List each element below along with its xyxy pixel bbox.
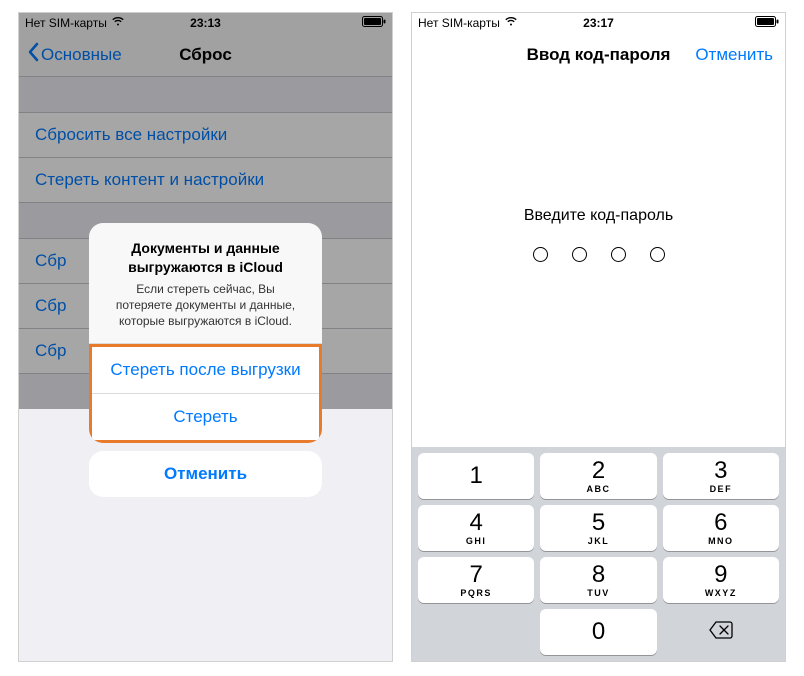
cancel-button[interactable]: Отменить (89, 451, 322, 497)
alert-title: Документы и данные выгружаются в iCloud (109, 239, 302, 277)
reset-all-settings-item[interactable]: Сбросить все настройки (19, 113, 392, 158)
alert-message: Если стереть сейчас, Вы потеряете докуме… (109, 281, 302, 330)
carrier-label: Нет SIM-карты (418, 16, 500, 30)
alert-sheet: Документы и данные выгружаются в iCloud … (89, 223, 322, 497)
key-3[interactable]: 3DEF (663, 453, 779, 499)
battery-icon (755, 16, 779, 30)
key-9[interactable]: 9WXYZ (663, 557, 779, 603)
chevron-left-icon (27, 42, 39, 67)
carrier-label: Нет SIM-карты (25, 16, 107, 30)
phone-screen-reset: Нет SIM-карты 23:13 Основные Сброс Сброс… (18, 12, 393, 662)
wifi-icon (504, 16, 518, 30)
key-0[interactable]: 0 (540, 609, 656, 655)
cancel-button[interactable]: Отменить (695, 45, 773, 65)
status-time: 23:13 (190, 16, 221, 30)
key-7[interactable]: 7PQRS (418, 557, 534, 603)
key-8[interactable]: 8TUV (540, 557, 656, 603)
key-2[interactable]: 2ABC (540, 453, 656, 499)
numeric-keypad: 1 2ABC 3DEF 4GHI 5JKL 6MNO 7PQRS 8TUV 9W… (412, 447, 785, 661)
pin-dot (533, 247, 548, 262)
pin-dot (611, 247, 626, 262)
key-blank (418, 609, 534, 655)
key-4[interactable]: 4GHI (418, 505, 534, 551)
nav-title: Ввод код-пароля (527, 45, 671, 65)
backspace-icon (709, 621, 733, 644)
battery-icon (362, 16, 386, 30)
nav-title: Сброс (179, 45, 232, 65)
status-bar: Нет SIM-карты 23:13 (19, 13, 392, 33)
phone-screen-passcode: Нет SIM-карты 23:17 Ввод код-пароля Отме… (411, 12, 786, 662)
back-label: Основные (41, 45, 122, 65)
key-1[interactable]: 1 (418, 453, 534, 499)
nav-bar: Ввод код-пароля Отменить (412, 33, 785, 77)
status-time: 23:17 (583, 16, 614, 30)
back-button[interactable]: Основные (27, 42, 122, 67)
status-bar: Нет SIM-карты 23:17 (412, 13, 785, 33)
pin-dots (412, 247, 785, 262)
pin-dot (572, 247, 587, 262)
nav-bar: Основные Сброс (19, 33, 392, 77)
wifi-icon (111, 16, 125, 30)
pin-dot (650, 247, 665, 262)
erase-content-item[interactable]: Стереть контент и настройки (19, 158, 392, 202)
passcode-prompt: Введите код-пароль (412, 207, 785, 225)
key-5[interactable]: 5JKL (540, 505, 656, 551)
key-delete[interactable] (663, 609, 779, 655)
erase-after-upload-button[interactable]: Стереть после выгрузки (92, 347, 319, 394)
key-6[interactable]: 6MNO (663, 505, 779, 551)
erase-button[interactable]: Стереть (92, 394, 319, 440)
